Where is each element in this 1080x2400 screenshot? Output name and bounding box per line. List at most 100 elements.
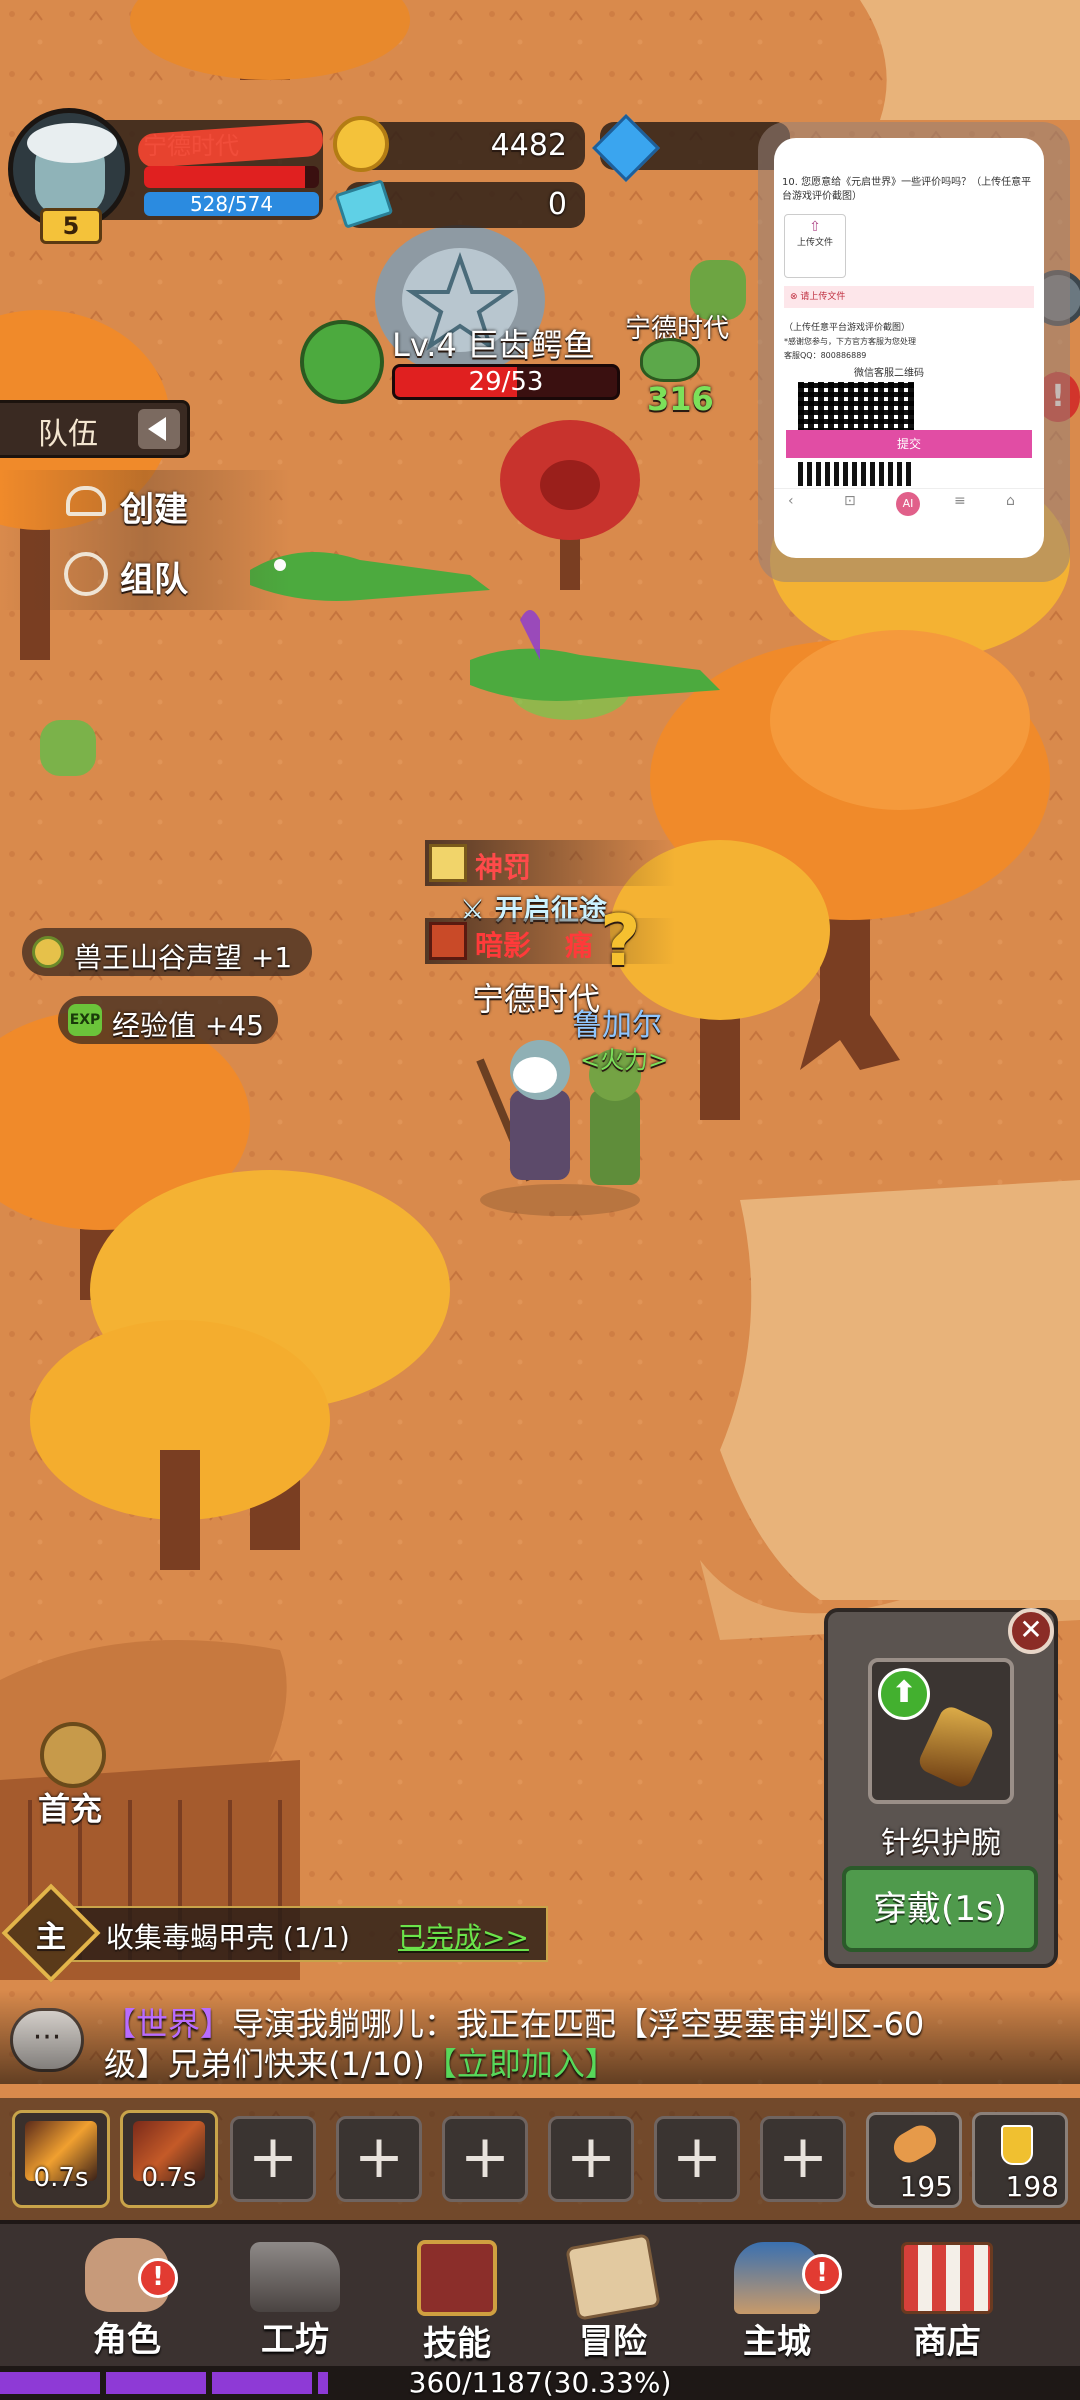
pet-title-tag: <火力> xyxy=(580,1046,669,1074)
item-count: 198 xyxy=(1005,2170,1059,2203)
upload-hint: ⊗ 请上传文件 xyxy=(784,286,1034,308)
level-badge: 5 xyxy=(40,208,102,244)
helmet-icon xyxy=(66,486,106,516)
empty-skill-slot-4[interactable]: + xyxy=(548,2116,634,2202)
exp-text: 经验值 +45 xyxy=(112,1009,264,1042)
group-label: 组队 xyxy=(120,560,188,600)
enemy-title: Lv.4 巨齿鳄鱼 xyxy=(392,326,595,364)
ally-value: 316 xyxy=(647,380,714,418)
buff-label: 神罚 xyxy=(475,851,532,884)
divine-icon xyxy=(429,844,467,882)
nav-shop[interactable]: 商店 xyxy=(882,2230,1012,2363)
create-team-button[interactable]: 创建 xyxy=(0,470,290,540)
menu-icon[interactable]: ≡ xyxy=(954,493,966,509)
survey-question: 10. 您愿意给《元启世界》一些评价吗吗？（上传任意平台游戏评价截图） xyxy=(782,177,1032,202)
item-slot-bread[interactable]: 195 xyxy=(866,2112,962,2208)
upload-box[interactable]: ⇧ 上传文件 xyxy=(784,214,846,278)
buff-shenfa: 神罚 xyxy=(425,840,675,886)
quest-text: 收集毒蝎甲壳 (1/1) xyxy=(106,1921,350,1954)
gold-coin-icon xyxy=(333,116,389,172)
gold-display[interactable]: 4482 xyxy=(333,116,585,172)
enemy-hp-bar: 29/53 xyxy=(392,364,620,400)
enemy-target-panel[interactable]: Lv.4 巨齿鳄鱼 29/53 xyxy=(300,320,630,410)
empty-skill-slot-2[interactable]: + xyxy=(336,2116,422,2202)
chat-join-link[interactable]: 【立即加入】 xyxy=(425,2045,617,2083)
gold-amount: 4482 xyxy=(490,128,567,163)
nav-skills[interactable]: 技能 xyxy=(392,2230,522,2365)
ticket-display[interactable]: 0 xyxy=(334,179,585,229)
nav-label: 主城 xyxy=(743,2322,811,2362)
notification-badge: ! xyxy=(138,2258,178,2298)
shop-stall-icon xyxy=(901,2242,993,2314)
quest-mark[interactable]: ? xyxy=(600,900,641,982)
skill-cooldown: 0.7s xyxy=(141,2163,197,2193)
team-panel[interactable]: 队伍 xyxy=(0,400,190,458)
nav-label: 冒险 xyxy=(579,2322,647,2362)
notification-badge: ! xyxy=(802,2254,842,2294)
pain-label: 痛 xyxy=(565,929,594,962)
equip-button[interactable]: 穿戴(1s) xyxy=(842,1866,1038,1952)
equip-popup[interactable]: ✕ ⬆ 针织护腕 穿戴(1s) xyxy=(824,1608,1058,1968)
team-title: 队伍 xyxy=(38,417,98,452)
survey-window[interactable]: 10. 您愿意给《元启世界》一些评价吗吗？（上传任意平台游戏评价截图） ⇧ 上传… xyxy=(774,138,1044,558)
drink-icon xyxy=(1001,2125,1033,2165)
empty-skill-slot-3[interactable]: + xyxy=(442,2116,528,2202)
nav-label: 工坊 xyxy=(261,2320,329,2360)
exp-notification: EXP 经验值 +45 xyxy=(58,996,278,1044)
back-icon[interactable]: ‹ xyxy=(788,493,794,509)
nav-label: 角色 xyxy=(93,2320,161,2360)
bracer-icon xyxy=(915,1703,997,1791)
tabs-icon[interactable]: ⊡ xyxy=(844,493,856,509)
first-charge-button[interactable]: 首充 xyxy=(26,1722,122,1832)
nav-workshop[interactable]: 工坊 xyxy=(230,2230,360,2361)
reputation-notification: 兽王山谷声望 +1 xyxy=(22,928,312,976)
survey-desc: *感谢您参与，下方官方客服为您处理 xyxy=(784,337,916,346)
upgrade-arrow-icon: ⬆ xyxy=(878,1668,930,1720)
skill-cooldown: 0.7s xyxy=(33,2163,89,2193)
anvil-icon xyxy=(250,2242,340,2312)
quest-badge-label: 主 xyxy=(36,1920,66,1955)
home-icon[interactable]: ⌂ xyxy=(1006,493,1015,509)
quest-status-link[interactable]: 已完成>> xyxy=(398,1916,529,1956)
reputation-text: 兽王山谷声望 +1 xyxy=(74,941,293,974)
survey-note: （上传任意平台游戏评价截图） xyxy=(784,323,911,333)
enemy-portrait xyxy=(300,320,384,404)
qr-code-lower xyxy=(798,462,914,486)
exp-text: 360/1187(30.33%) xyxy=(408,2366,672,2399)
quest-tracker[interactable]: 主 收集毒蝎甲壳 (1/1) 已完成>> xyxy=(1,1883,548,1983)
shadow-label: 暗影 xyxy=(475,929,532,962)
survey-wechat: 微信客服二维码 xyxy=(854,368,924,379)
empty-skill-slot-6[interactable]: + xyxy=(760,2116,846,2202)
item-slot[interactable]: ⬆ xyxy=(868,1658,1014,1804)
chat-channel: 【世界】 xyxy=(104,2005,233,2043)
nav-label: 技能 xyxy=(423,2324,491,2364)
close-icon[interactable]: ✕ xyxy=(1008,1608,1054,1654)
survey-overlay[interactable]: 10. 您愿意给《元启世界》一些评价吗吗？（上传任意平台游戏评价截图） ⇧ 上传… xyxy=(758,122,1070,582)
bread-icon xyxy=(888,2120,942,2168)
nav-adventure[interactable]: 冒险 xyxy=(548,2230,678,2363)
create-label: 创建 xyxy=(120,490,188,530)
nav-character[interactable]: ! 角色 xyxy=(62,2230,192,2361)
gift-bag-icon xyxy=(40,1722,106,1788)
skill-slot-2[interactable]: 0.7s xyxy=(120,2110,218,2208)
item-count: 195 xyxy=(899,2170,953,2203)
first-charge-label: 首充 xyxy=(38,1790,103,1828)
survey-submit-button[interactable]: 提交 xyxy=(786,430,1032,458)
empty-skill-slot-5[interactable]: + xyxy=(654,2116,740,2202)
join-team-button[interactable]: 组队 xyxy=(0,540,290,610)
empty-skill-slot-1[interactable]: + xyxy=(230,2116,316,2202)
collapse-arrow-icon[interactable] xyxy=(138,409,180,449)
exp-icon: EXP xyxy=(68,1004,102,1036)
item-slot-potion[interactable]: 198 xyxy=(972,2112,1068,2208)
player-panel[interactable]: 5 宁德时代 528/574 xyxy=(8,108,324,244)
map-scroll-icon xyxy=(565,2233,661,2321)
nav-main-city[interactable]: ! 主城 xyxy=(712,2230,842,2363)
mp-bar: 528/574 xyxy=(144,192,319,216)
shadow-icon xyxy=(429,922,467,960)
upload-label: 上传文件 xyxy=(796,238,833,248)
exp-bar: 360/1187(30.33%) xyxy=(0,2366,1080,2400)
chat-message[interactable]: 【世界】导演我躺哪儿：我正在匹配【浮空要塞审判区-60级】兄弟们快来(1/10)… xyxy=(104,2004,964,2084)
ticket-amount: 0 xyxy=(547,187,567,222)
ai-button[interactable]: AI xyxy=(896,492,920,516)
skill-slot-1[interactable]: 0.7s xyxy=(12,2110,110,2208)
